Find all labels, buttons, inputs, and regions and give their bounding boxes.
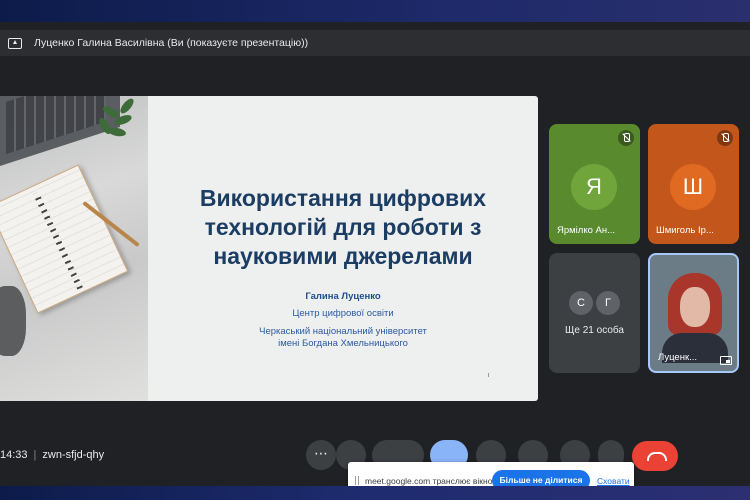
mic-off-icon [618,130,634,146]
avatar: Ш [670,164,716,210]
participant-tile-shmyhol[interactable]: Ш Шмиголь Ір... [648,124,739,244]
meet-window: Луценко Галина Василівна (Ви (показуєте … [0,22,750,498]
presentation-title-bar: Луценко Галина Василівна (Ви (показуєте … [0,30,750,56]
leave-call-button[interactable] [632,441,678,471]
slide-title-line: науковими джерелами [213,243,473,269]
slide-organization: Центр цифрової освіти [292,308,394,319]
bottom-background-band [0,486,750,500]
slide-university-line: Черкаський національний університет [259,326,427,337]
meeting-time: 14:33 [0,449,28,461]
self-video-tile[interactable]: Луценк... [648,253,739,373]
self-video-feed [662,273,728,363]
slide-university-line: імені Богдана Хмельницького [278,338,408,349]
picture-in-picture-icon[interactable] [720,356,732,365]
slide-title: Використання цифрових технологій для роб… [148,184,538,271]
participant-tile-yarmilko[interactable]: Я Ярмілко Ан... [549,124,640,244]
meeting-code: zwn-sfjd-qhy [42,449,105,461]
avatar: Я [571,164,617,210]
slide-title-line: технологій для роботи з [204,214,482,240]
presentation-slide: Використання цифрових технологій для роб… [0,96,538,401]
participant-name: Ярмілко Ан... [557,225,616,236]
slide-author: Галина Луценко [305,291,381,302]
more-participants-label: Ще 21 особа [565,325,624,336]
dark-object-image [0,286,26,356]
avatar: Г [596,291,620,315]
avatar: С [569,291,593,315]
presenter-title: Луценко Галина Василівна (Ви (показуєте … [34,37,309,49]
mouse-cursor [488,373,491,377]
meeting-info-separator: | [33,449,37,461]
more-participants-tile[interactable]: С Г Ще 21 особа [549,253,640,373]
slide-text-area: Використання цифрових технологій для роб… [148,96,538,401]
slide-university: Черкаський національний університет імен… [148,326,538,350]
drag-handle-icon[interactable] [355,476,359,485]
top-background-band [0,0,750,22]
slide-title-line: Використання цифрових [199,185,487,211]
more-options-button[interactable]: ⋯ [306,440,336,470]
mic-off-icon [717,130,733,146]
slide-desk-photo [0,96,148,401]
present-screen-icon [8,37,22,49]
plant-image [92,96,142,144]
hide-notification-link[interactable]: Сховати [597,476,630,486]
share-message: meet.google.com транслює вікно. [365,476,495,486]
self-name: Луценк... [658,352,698,363]
meeting-info: 14:33 | zwn-sfjd-qhy [0,449,104,461]
participant-name: Шмиголь Ір... [656,225,714,236]
